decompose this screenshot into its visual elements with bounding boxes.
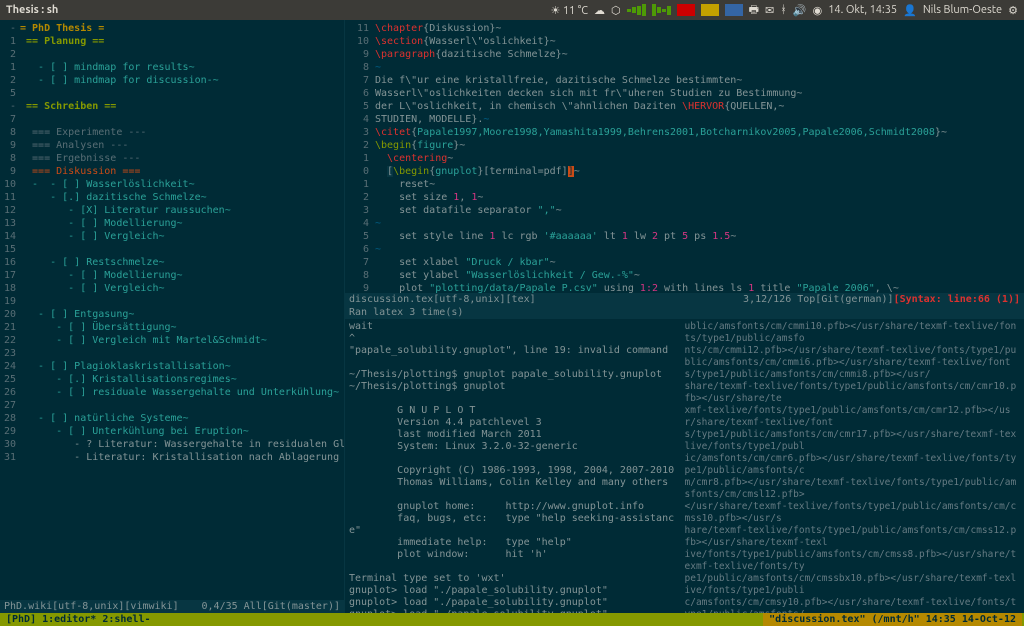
- system-load-graph[interactable]: [627, 4, 646, 16]
- outline-line[interactable]: 10 - - [ ] Wasserlöslichkeit~: [0, 178, 344, 191]
- outline-line[interactable]: 15: [0, 243, 344, 256]
- outline-line[interactable]: 20 - [ ] Entgasung~: [0, 308, 344, 321]
- editor-line[interactable]: 11\chapter{Diskussion}~: [345, 22, 1024, 35]
- dropbox-icon[interactable]: ⬡: [611, 4, 621, 17]
- outline-line[interactable]: 1 - [ ] mindmap for results~: [0, 61, 344, 74]
- wifi-icon[interactable]: ◉: [813, 4, 823, 17]
- outline-line[interactable]: 5: [0, 87, 344, 100]
- outline-line[interactable]: 2 - [ ] mindmap for discussion-~: [0, 74, 344, 87]
- user-name[interactable]: Nils Blum-Oeste: [923, 4, 1002, 16]
- outline-line[interactable]: 24 - [ ] Plagioklaskristallisation~: [0, 360, 344, 373]
- editor-buffer-name: discussion.tex[utf-8,unix][tex]: [349, 293, 536, 306]
- print-icon[interactable]: 🖶: [749, 1, 759, 20]
- outline-line[interactable]: 23: [0, 347, 344, 360]
- window-title: Thesis : sh: [6, 4, 58, 16]
- editor-line[interactable]: 8~: [345, 61, 1024, 74]
- volume-icon[interactable]: 🔊: [793, 4, 807, 17]
- editor-line[interactable]: 7Die f\"ur eine kristallfreie, dazitisch…: [345, 74, 1024, 87]
- outline-line[interactable]: 28 - [ ] natürliche Systeme~: [0, 412, 344, 425]
- buffer-name: PhD.wiki[utf-8,unix][vimwiki]: [4, 600, 179, 613]
- tmux-statusline[interactable]: [PhD] 1:editor* 2:shell- "discussion.tex…: [0, 613, 1024, 626]
- outline-line[interactable]: 21 - [ ] Übersättigung~: [0, 321, 344, 334]
- syntax-warning: [Syntax: line:66 (1)]: [894, 293, 1020, 306]
- editor-statusline: discussion.tex[utf-8,unix][tex] 3,12/126…: [345, 293, 1024, 306]
- outline-line[interactable]: -= PhD Thesis =: [0, 22, 344, 35]
- cloud-icon[interactable]: ☁: [594, 4, 605, 17]
- outline-statusline: PhD.wiki[utf-8,unix][vimwiki] 0,4/35 All…: [0, 600, 344, 613]
- outline-line[interactable]: 12 - [X] Literatur raussuchen~: [0, 204, 344, 217]
- editor-line[interactable]: 9 plot "plotting/data/Papale_P.csv" usin…: [345, 282, 1024, 293]
- editor-line[interactable]: 9\paragraph{dazitische Schmelze}~: [345, 48, 1024, 61]
- editor-line[interactable]: 3\citet{Papale1997,Moore1998,Yamashita19…: [345, 126, 1024, 139]
- outline-line[interactable]: - == Schreiben ==: [0, 100, 344, 113]
- editor-line[interactable]: 6~: [345, 243, 1024, 256]
- outline-line[interactable]: 8 === Ergebnisse ---: [0, 152, 344, 165]
- outline-line[interactable]: 11 - [.] dazitische Schmelze~: [0, 191, 344, 204]
- editor-cursor-pos: 3,12/126 Top[Git(german)]: [743, 293, 894, 306]
- editor-line[interactable]: 1 \centering~: [345, 152, 1024, 165]
- outline-line[interactable]: 9 === Analysen ---: [0, 139, 344, 152]
- outline-line[interactable]: 25 - [.] Kristallisationsregimes~: [0, 373, 344, 386]
- system-indicators[interactable]: ☀ 11 °C ☁ ⬡ 🖶 ✉ ᚼ 🔊 ◉ 14. Okt, 14:35 👤 N…: [550, 1, 1018, 20]
- clock[interactable]: 14. Okt, 14:35: [828, 4, 897, 16]
- outline-line[interactable]: 19: [0, 295, 344, 308]
- editor-line[interactable]: 6Wasserl\"oslichkeiten decken sich mit f…: [345, 87, 1024, 100]
- editor-line[interactable]: 1 reset~: [345, 178, 1024, 191]
- editor-line[interactable]: 5 set style line 1 lc rgb '#aaaaaa' lt 1…: [345, 230, 1024, 243]
- outline-line[interactable]: 30 - ? Literatur: Wassergehalte in resid…: [0, 438, 344, 451]
- latex-run-banner: Ran latex 3 time(s): [345, 306, 1024, 319]
- workspace-2[interactable]: [701, 4, 719, 16]
- outline-line[interactable]: 13 - [ ] Modellierung~: [0, 217, 344, 230]
- vimwiki-outline-pane[interactable]: -= PhD Thesis =1 == Planung ==21 - [ ] m…: [0, 20, 345, 613]
- editor-line[interactable]: 8 set ylabel "Wasserlöslichkeit / Gew.-%…: [345, 269, 1024, 282]
- editor-line[interactable]: 3 set datafile separator ","~: [345, 204, 1024, 217]
- system-topbar: Thesis : sh ☀ 11 °C ☁ ⬡ 🖶 ✉ ᚼ 🔊 ◉ 14. Ok…: [0, 0, 1024, 20]
- terminal-pane[interactable]: wait ^ "papale_solubility.gnuplot", line…: [345, 319, 1024, 613]
- editor-line[interactable]: 4~: [345, 217, 1024, 230]
- outline-line[interactable]: 17 - [ ] Modellierung~: [0, 269, 344, 282]
- workspace-1[interactable]: [677, 4, 695, 16]
- outline-line[interactable]: 14 - [ ] Vergleich~: [0, 230, 344, 243]
- latex-editor-pane[interactable]: 11\chapter{Diskussion}~10\section{Wasser…: [345, 20, 1024, 293]
- user-icon[interactable]: 👤: [903, 4, 917, 17]
- outline-line[interactable]: 27: [0, 399, 344, 412]
- outline-line[interactable]: 9 === Diskussion ===: [0, 165, 344, 178]
- outline-line[interactable]: 22 - [ ] Vergleich mit Martel&Schmidt~: [0, 334, 344, 347]
- editor-line[interactable]: 5der L\"oslichkeit, in chemisch \"ahnlic…: [345, 100, 1024, 113]
- system-load-graph-2[interactable]: [652, 4, 671, 16]
- cursor-pos: 0,4/35 All[Git(master)]: [202, 600, 340, 613]
- editor-line[interactable]: 2\begin{figure}~: [345, 139, 1024, 152]
- tmux-session[interactable]: [PhD] 1:editor* 2:shell-: [2, 613, 155, 626]
- outline-line[interactable]: 18 - [ ] Vergleich~: [0, 282, 344, 295]
- bluetooth-icon[interactable]: ᚼ: [780, 4, 787, 16]
- editor-line[interactable]: 2 set size 1, 1~: [345, 191, 1024, 204]
- editor-line[interactable]: 0 [\begin{gnuplot}[terminal=pdf]]~: [345, 165, 1024, 178]
- workspace-3[interactable]: [725, 4, 743, 16]
- editor-line[interactable]: 4STUDIEN, MODELLE}.~: [345, 113, 1024, 126]
- outline-line[interactable]: 31 - Literatur: Kristallisation nach Abl…: [0, 451, 344, 464]
- outline-line[interactable]: 16 - [ ] Restschmelze~: [0, 256, 344, 269]
- weather-indicator[interactable]: ☀ 11 °C: [550, 4, 588, 17]
- latex-run-msg: Ran latex 3 time(s): [349, 306, 463, 319]
- terminal-left[interactable]: wait ^ "papale_solubility.gnuplot", line…: [349, 321, 685, 611]
- outline-line[interactable]: 1 == Planung ==: [0, 35, 344, 48]
- outline-line[interactable]: 26 - [ ] residuale Wassergehalte und Unt…: [0, 386, 344, 399]
- settings-icon[interactable]: ⚙: [1008, 4, 1018, 17]
- tmux-right: "discussion.tex" (/mnt/h" 14:35 14-Oct-1…: [763, 613, 1022, 626]
- editor-line[interactable]: 10\section{Wasserl\"oslichkeit}~: [345, 35, 1024, 48]
- outline-line[interactable]: 2: [0, 48, 344, 61]
- terminal-right[interactable]: ublic/amsfonts/cm/cmmi10.pfb></usr/share…: [685, 321, 1021, 611]
- editor-line[interactable]: 7 set xlabel "Druck / kbar"~: [345, 256, 1024, 269]
- outline-line[interactable]: 7: [0, 113, 344, 126]
- outline-line[interactable]: 8 === Experimente ---: [0, 126, 344, 139]
- outline-line[interactable]: 29 - [ ] Unterkühlung bei Eruption~: [0, 425, 344, 438]
- mail-icon[interactable]: ✉: [765, 4, 774, 17]
